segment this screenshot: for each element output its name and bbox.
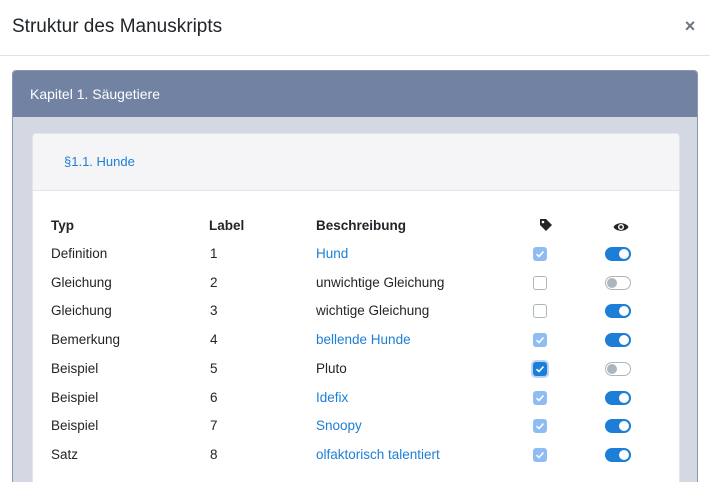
- row-label: 7: [210, 418, 218, 434]
- visibility-toggle[interactable]: [605, 419, 631, 434]
- row-description: Pluto: [316, 360, 347, 376]
- check-icon: [535, 423, 545, 430]
- check-icon: [535, 250, 545, 258]
- row-label: 6: [210, 389, 218, 405]
- tag-icon: [539, 218, 553, 237]
- chapter-card: Kapitel 1. Säugetiere §1.1. Hunde Typ La…: [12, 70, 698, 482]
- row-label: 5: [210, 360, 218, 376]
- check-icon: [535, 451, 545, 459]
- row-label: 3: [210, 303, 218, 319]
- row-type: Satz: [51, 446, 79, 462]
- modal-body: Kapitel 1. Säugetiere §1.1. Hunde Typ La…: [0, 57, 710, 482]
- row-type: Bemerkung: [51, 332, 121, 348]
- row-type: Beispiel: [51, 360, 99, 376]
- visibility-toggle[interactable]: [605, 304, 631, 319]
- visibility-toggle[interactable]: [605, 333, 631, 348]
- visibility-toggle[interactable]: [605, 275, 631, 290]
- toggle-knob: [619, 335, 629, 346]
- toggle-knob: [607, 277, 617, 288]
- row-type: Beispiel: [51, 389, 99, 405]
- toggle-knob: [619, 421, 629, 432]
- check-icon: [535, 337, 545, 344]
- visibility-toggle[interactable]: [605, 447, 631, 462]
- row-description-link[interactable]: Snoopy: [316, 418, 362, 433]
- header-description: Beschreibung: [316, 218, 407, 233]
- eye-icon: [613, 220, 629, 238]
- tag-checkbox[interactable]: [533, 304, 547, 319]
- check-icon: [535, 365, 545, 373]
- toggle-knob: [619, 392, 629, 403]
- modal-title: Struktur des Manuskripts: [12, 16, 223, 37]
- tag-checkbox[interactable]: [533, 419, 547, 434]
- visibility-toggle[interactable]: [605, 247, 631, 261]
- row-label: 4: [210, 332, 218, 348]
- row-description-link[interactable]: Idefix: [316, 390, 348, 405]
- row-type: Beispiel: [51, 418, 99, 434]
- row-description: unwichtige Gleichung: [316, 274, 445, 290]
- tag-checkbox[interactable]: [533, 390, 547, 405]
- row-type: Gleichung: [51, 274, 112, 290]
- chapter-title: Kapitel 1. Säugetiere: [30, 86, 160, 102]
- row-type: Definition: [51, 246, 108, 261]
- row-label: 8: [210, 446, 218, 462]
- chapter-header: Kapitel 1. Säugetiere: [13, 71, 697, 117]
- tag-checkbox[interactable]: [533, 361, 547, 376]
- toggle-knob: [619, 306, 629, 317]
- modal-header: Struktur des Manuskripts ×: [0, 0, 710, 56]
- check-icon: [535, 394, 545, 402]
- row-description-link[interactable]: olfaktorisch talentiert: [316, 447, 440, 462]
- tag-checkbox[interactable]: [533, 247, 547, 261]
- row-type: Gleichung: [51, 303, 112, 319]
- row-label: 2: [210, 274, 218, 290]
- section-header: §1.1. Hunde: [33, 134, 679, 191]
- row-label: 1: [210, 246, 218, 261]
- tag-checkbox[interactable]: [533, 333, 547, 348]
- header-label: Label: [209, 218, 245, 233]
- visibility-toggle[interactable]: [605, 390, 631, 405]
- toggle-knob: [619, 449, 629, 460]
- row-description-link[interactable]: bellende Hunde: [316, 332, 411, 347]
- tag-checkbox[interactable]: [533, 275, 547, 290]
- section-link[interactable]: §1.1. Hunde: [64, 154, 135, 169]
- visibility-toggle[interactable]: [605, 361, 631, 376]
- row-description: wichtige Gleichung: [316, 303, 430, 319]
- section-card: §1.1. Hunde Typ Label Beschreibung Defin…: [32, 133, 680, 482]
- close-button[interactable]: ×: [682, 16, 698, 36]
- header-type: Typ: [51, 218, 74, 233]
- tag-checkbox[interactable]: [533, 447, 547, 462]
- row-description-link[interactable]: Hund: [316, 246, 348, 261]
- toggle-knob: [607, 363, 617, 374]
- toggle-knob: [619, 249, 629, 259]
